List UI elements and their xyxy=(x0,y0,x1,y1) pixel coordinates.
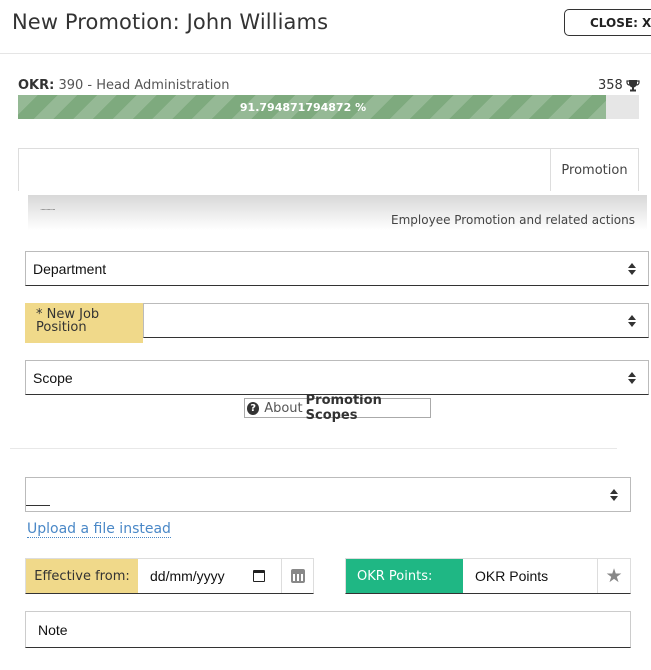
sort-arrows-icon xyxy=(628,314,636,327)
okr-progress-bar: 91.794871794872 % xyxy=(18,95,639,119)
okr-points-group: OKR Points: OKR Points ★ xyxy=(345,558,631,594)
new-job-position-select[interactable] xyxy=(143,303,649,338)
department-select-value: Department xyxy=(33,260,107,277)
file-select-underline xyxy=(26,490,50,506)
sort-arrows-icon xyxy=(628,262,636,275)
effective-from-value: dd/mm/yyyy xyxy=(150,568,225,584)
tab-promotion[interactable]: Promotion xyxy=(550,148,639,191)
divider xyxy=(10,448,617,449)
okr-value: 390 - Head Administration xyxy=(58,78,230,93)
okr-points-total: 358 xyxy=(598,78,640,93)
calendar-button[interactable] xyxy=(281,559,313,593)
effective-from-group: Effective from: dd/mm/yyyy xyxy=(25,558,314,594)
tab-description: Employee Promotion and related actions xyxy=(391,213,635,227)
calendar-icon[interactable] xyxy=(252,570,265,582)
trophy-icon xyxy=(626,80,640,92)
divider xyxy=(0,53,651,54)
about-promotion-scopes-button[interactable]: ? About Promotion Scopes xyxy=(244,393,431,423)
calendar-icon xyxy=(290,569,305,583)
scope-select[interactable]: Scope xyxy=(25,360,649,395)
okr-points-input[interactable]: OKR Points xyxy=(463,559,597,593)
file-select[interactable] xyxy=(25,477,631,512)
okr-progress-text: 91.794871794872 % xyxy=(239,100,367,114)
new-job-position-label: * New Job Position xyxy=(25,303,143,343)
close-button[interactable]: CLOSE: X xyxy=(564,9,651,36)
okr-points-label: OKR Points: xyxy=(346,559,463,593)
sort-arrows-icon xyxy=(628,371,636,384)
effective-from-label: Effective from: xyxy=(26,559,138,593)
okr-points-value: 358 xyxy=(598,78,623,93)
okr-label: OKR: xyxy=(18,78,55,93)
sort-arrows-icon xyxy=(610,488,618,501)
effective-from-input[interactable]: dd/mm/yyyy xyxy=(138,559,281,593)
about-prefix: About xyxy=(264,400,303,416)
file-select-value xyxy=(26,480,610,509)
note-field[interactable]: Note xyxy=(25,611,631,648)
okr-info: OKR: 390 - Head Administration xyxy=(18,78,230,93)
upload-file-link[interactable]: Upload a file instead xyxy=(27,521,171,538)
new-job-position-group: * New Job Position xyxy=(25,303,649,343)
tab-dots: ............ xyxy=(40,203,56,212)
about-strong: Promotion Scopes xyxy=(305,393,382,423)
tab-bar xyxy=(18,148,639,191)
question-circle-icon: ? xyxy=(247,401,260,415)
page-title: New Promotion: John Williams xyxy=(12,10,329,34)
department-select[interactable]: Department xyxy=(25,251,649,286)
star-icon[interactable]: ★ xyxy=(597,559,630,593)
scope-select-value: Scope xyxy=(33,369,73,386)
